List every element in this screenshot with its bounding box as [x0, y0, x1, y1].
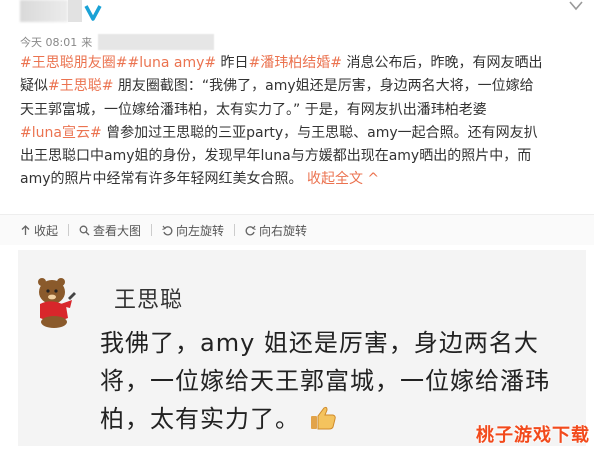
- divider: [234, 224, 236, 236]
- hashtag-link[interactable]: #王思聪朋友圈#: [20, 55, 127, 71]
- moments-screenshot-image[interactable]: 王思聪 我佛了，amy 姐还是厉害，身边两名大 将，一位嫁给天王郭富城，一位嫁给…: [18, 250, 586, 446]
- moments-line-2: 将，一位嫁给天王郭富城，一位嫁给潘玮: [100, 367, 550, 395]
- post-line-6: amy的照片中经常有许多年轻网红美女合照。 收起全文 ^: [20, 168, 586, 191]
- thumbs-up-icon: [310, 406, 336, 430]
- image-toolbar: 收起 查看大图 向左旋转 向右旋转: [0, 214, 594, 245]
- magnifier-icon: [79, 225, 90, 235]
- view-large-label: 查看大图: [93, 223, 142, 238]
- collapse-label: 收起: [34, 223, 59, 238]
- verified-icon: [84, 5, 102, 21]
- hashtag-link[interactable]: #潘玮柏结婚#: [249, 55, 342, 71]
- hashtag-link[interactable]: #luna amy#: [127, 55, 216, 71]
- site-watermark: 桃子游戏下载: [476, 425, 590, 446]
- post-text-segment: amy的照片中经常有许多年轻网红美女合照。: [20, 171, 303, 188]
- rotate-right-icon: [245, 225, 256, 235]
- collapse-full-text-link[interactable]: 收起全文 ^: [307, 171, 379, 187]
- post-text-segment: 天王郭富城，一位嫁给潘玮柏，太有实力了。” 于是，有网友扒出潘玮柏老婆: [20, 101, 487, 118]
- cartoon-bear-avatar: [38, 278, 76, 328]
- post-meta: 今天 08:01 来: [20, 34, 215, 50]
- post-text-segment: 朋友圈截图：“我佛了，amy姐还是厉害，身边两名大将，一位嫁给: [113, 78, 534, 95]
- arrow-up-icon: [21, 224, 30, 235]
- post-text-segment: 昨日: [216, 55, 249, 71]
- post-line-3: 天王郭富城，一位嫁给潘玮柏，太有实力了。” 于是，有网友扒出潘玮柏老婆: [20, 99, 586, 122]
- rotate-left-label: 向左旋转: [176, 223, 225, 238]
- collapse-button[interactable]: 收起: [20, 222, 58, 239]
- rotate-right-label: 向右旋转: [259, 223, 308, 238]
- post-text-segment: 消息公布后，昨晚，有网友晒出: [342, 55, 543, 71]
- blurred-source: [98, 34, 215, 50]
- post-text-segment: 曾参加过王思聪的三亚party，与王思聪、amy一起合照。还有网友扒: [101, 124, 538, 141]
- rotate-left-button[interactable]: 向左旋转: [162, 222, 224, 239]
- post-line-1: #王思聪朋友圈##luna amy# 昨日#潘玮柏结婚# 消息公布后，昨晚，有网…: [20, 52, 586, 75]
- divider: [151, 224, 153, 236]
- post-text-segment: 疑似: [20, 78, 48, 95]
- post-time: 今天 08:01: [20, 36, 78, 49]
- chevron-down-icon[interactable]: [566, 0, 586, 14]
- post-line-2: 疑似#王思聪# 朋友圈截图：“我佛了，amy姐还是厉害，身边两名大将，一位嫁给: [20, 75, 586, 98]
- moments-line-3-text: 柏，太有实力了。: [100, 405, 300, 433]
- poster-name: 王思聪: [114, 288, 184, 313]
- blurred-avatar: [20, 0, 68, 22]
- blurred-username: [68, 0, 82, 22]
- rotate-left-icon: [162, 225, 173, 235]
- hashtag-link[interactable]: #luna宣云#: [20, 125, 102, 141]
- post-line-4: #luna宣云# 曾参加过王思聪的三亚party，与王思聪、amy一起合照。还有…: [20, 122, 586, 145]
- moments-line-1: 我佛了，amy 姐还是厉害，身边两名大: [100, 329, 539, 357]
- post-source-prefix: 来: [81, 36, 93, 49]
- post-text-segment: 出王思聪口中amy姐的身份，发现早年luna与方媛都出现在amy晒出的照片中，而: [20, 148, 532, 165]
- post-line-5: 出王思聪口中amy姐的身份，发现早年luna与方媛都出现在amy晒出的照片中，而: [20, 145, 586, 168]
- hashtag-link[interactable]: #王思聪#: [48, 78, 113, 94]
- rotate-right-button[interactable]: 向右旋转: [245, 222, 307, 239]
- post-text: #王思聪朋友圈##luna amy# 昨日#潘玮柏结婚# 消息公布后，昨晚，有网…: [20, 52, 586, 192]
- view-large-button[interactable]: 查看大图: [79, 222, 141, 239]
- divider: [68, 224, 70, 236]
